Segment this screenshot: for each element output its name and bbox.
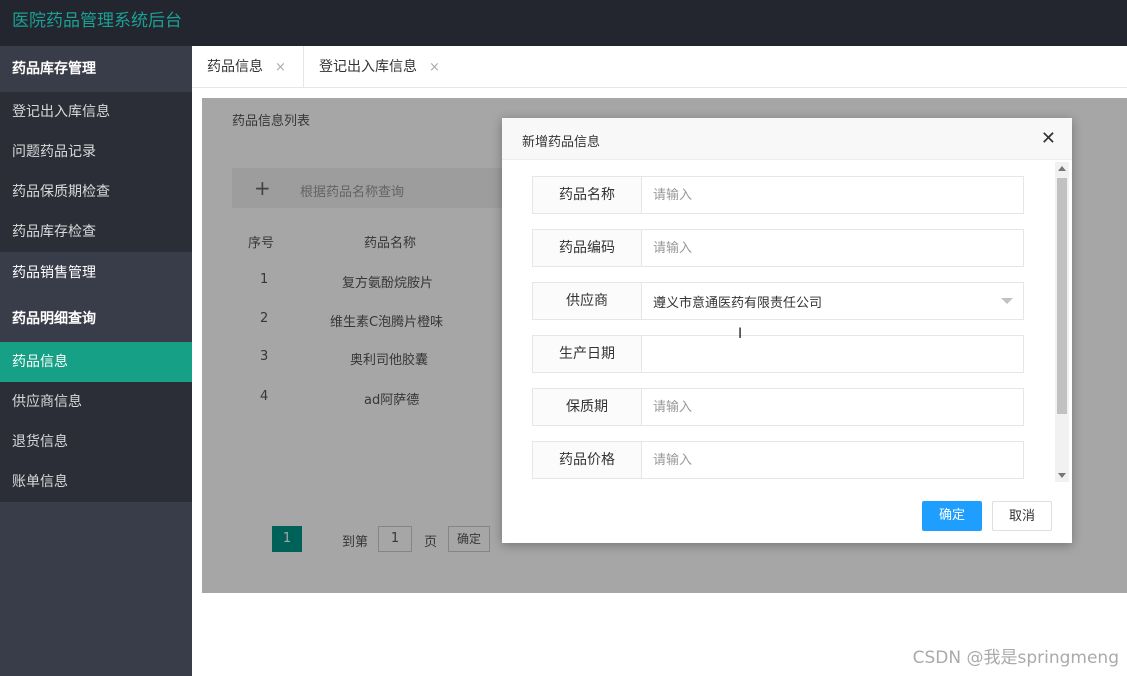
drug-price-label: 药品价格 (533, 442, 642, 478)
tab-bar: 药品信息 × 登记出入库信息 × (192, 46, 1127, 88)
sidebar-group-details[interactable]: 药品明细查询 (0, 298, 192, 340)
drug-name-input[interactable] (643, 177, 1023, 213)
form-row-supplier: 供应商 (532, 282, 1024, 320)
form-row-drug-code: 药品编码 (532, 229, 1024, 267)
cancel-button[interactable]: 取消 (992, 501, 1052, 531)
add-drug-dialog: 新增药品信息 ✕ 药品名称 药品编码 供应商 生产日期 保质期 药品价格 确定 … (502, 118, 1072, 543)
supplier-select[interactable] (643, 283, 1023, 319)
scroll-up-icon[interactable] (1058, 166, 1066, 171)
form-row-drug-price: 药品价格 (532, 441, 1024, 479)
watermark: CSDN @我是springmeng (912, 648, 1119, 668)
sidebar-item-expiry-check[interactable]: 药品保质期检查 (0, 172, 192, 212)
supplier-label: 供应商 (533, 283, 642, 319)
close-icon[interactable]: × (429, 60, 440, 75)
production-date-label: 生产日期 (533, 336, 642, 372)
dialog-scrollbar[interactable] (1055, 162, 1069, 482)
sidebar-group-sales[interactable]: 药品销售管理 (0, 252, 192, 294)
sidebar-item-stock-check[interactable]: 药品库存检查 (0, 212, 192, 252)
tab-drug-info[interactable]: 药品信息 × (192, 46, 304, 88)
sidebar-item-register-io[interactable]: 登记出入库信息 (0, 92, 192, 132)
shelf-life-label: 保质期 (533, 389, 642, 425)
close-icon[interactable]: ✕ (1041, 128, 1056, 149)
scroll-thumb[interactable] (1057, 178, 1067, 414)
tab-label: 登记出入库信息 (319, 59, 417, 75)
top-header: 医院药品管理系统后台 (0, 0, 1127, 46)
form-row-shelf-life: 保质期 (532, 388, 1024, 426)
dialog-title: 新增药品信息 (522, 135, 601, 150)
drug-code-input[interactable] (643, 230, 1023, 266)
sidebar-item-supplier-info[interactable]: 供应商信息 (0, 382, 192, 422)
confirm-button[interactable]: 确定 (922, 501, 982, 531)
drug-name-label: 药品名称 (533, 177, 642, 213)
drug-code-label: 药品编码 (533, 230, 642, 266)
dialog-header: 新增药品信息 ✕ (502, 118, 1072, 160)
sidebar: 药品库存管理 登记出入库信息 问题药品记录 药品保质期检查 药品库存检查 药品销… (0, 46, 192, 676)
scroll-down-icon[interactable] (1058, 473, 1066, 478)
drug-price-input[interactable] (643, 442, 1023, 478)
sidebar-item-return-info[interactable]: 退货信息 (0, 422, 192, 462)
text-cursor-icon: I (738, 326, 743, 342)
sidebar-item-problem-drugs[interactable]: 问题药品记录 (0, 132, 192, 172)
close-icon[interactable]: × (275, 60, 286, 75)
tab-register-io[interactable]: 登记出入库信息 × (304, 46, 454, 88)
sidebar-item-bill-info[interactable]: 账单信息 (0, 462, 192, 502)
app-title: 医院药品管理系统后台 (12, 11, 182, 31)
production-date-input[interactable] (643, 336, 1023, 372)
chevron-down-icon[interactable] (1001, 298, 1013, 304)
form-row-production-date: 生产日期 (532, 335, 1024, 373)
tab-label: 药品信息 (207, 59, 263, 75)
form-row-drug-name: 药品名称 (532, 176, 1024, 214)
shelf-life-input[interactable] (643, 389, 1023, 425)
sidebar-item-drug-info[interactable]: 药品信息 (0, 342, 192, 382)
sidebar-group-inventory[interactable]: 药品库存管理 (0, 54, 192, 84)
